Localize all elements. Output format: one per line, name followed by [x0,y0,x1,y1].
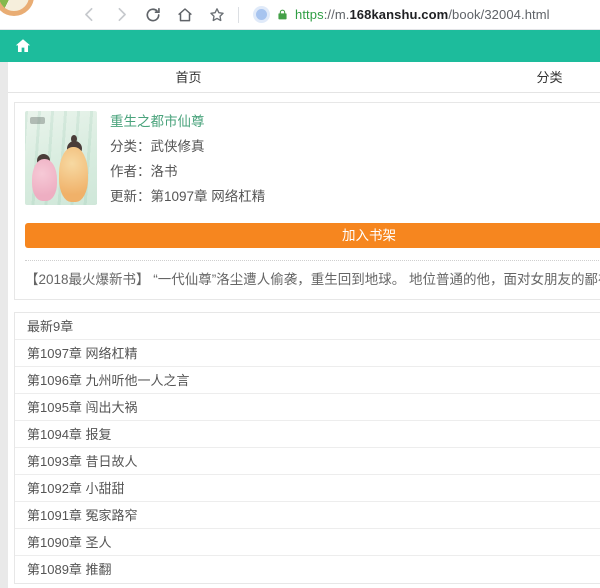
site-header [0,30,600,62]
toolbar-separator [238,7,239,23]
address-bar-url[interactable]: https://m.168kanshu.com/book/32004.html [295,7,550,22]
page-info-dot-icon[interactable] [256,9,267,20]
webpage: 首页 分类 重生之都市仙尊 分类：武侠修真 作者：洛书 [0,30,600,588]
url-subdomain: ://m. [324,7,350,22]
secure-lock-icon[interactable] [276,8,289,21]
book-info-card: 重生之都市仙尊 分类：武侠修真 作者：洛书 更新：第1097章 网络杠精 加入书… [14,102,600,300]
latest-chapter-link[interactable]: 第1097章 网络杠精 [151,189,266,204]
author-value: 洛书 [151,164,178,179]
content-wrapper: 首页 分类 重生之都市仙尊 分类：武侠修真 作者：洛书 [8,62,600,588]
bookmark-button[interactable] [208,6,226,24]
chapter-row[interactable]: 第1091章 冤家路窄 [15,502,600,529]
chapter-list-card: 最新9章 第1097章 网络杠精第1096章 九州听他一人之言第1095章 闯出… [14,312,600,584]
chapter-row[interactable]: 第1090章 圣人 [15,529,600,556]
refresh-icon [144,6,162,24]
category-label: 分类： [110,139,151,154]
refresh-button[interactable] [144,6,162,24]
chapter-list: 第1097章 网络杠精第1096章 九州听他一人之言第1095章 闯出大祸第10… [15,340,600,583]
browser-toolbar: https://m.168kanshu.com/book/32004.html [0,0,600,30]
add-to-shelf-button[interactable]: 加入书架 [25,223,600,248]
chapter-row[interactable]: 第1089章 推翻 [15,556,600,583]
chapter-list-header: 最新9章 [15,313,600,340]
cover-figure-left [32,159,57,201]
chapter-row[interactable]: 第1097章 网络杠精 [15,340,600,367]
cover-watermark [30,117,45,124]
cover-figure-right [59,147,88,202]
forward-button[interactable] [112,6,130,24]
chapter-row[interactable]: 第1094章 报复 [15,421,600,448]
author-label: 作者： [110,164,151,179]
star-icon [208,6,226,24]
site-nav: 首页 分类 [8,62,600,93]
book-description: 【2018最火爆新书】 “一代仙尊”洛尘遭人偷袭，重生回到地球。 地位普通的他，… [25,261,600,288]
lock-icon [276,8,289,21]
chapter-row[interactable]: 第1096章 九州听他一人之言 [15,367,600,394]
forward-arrow-icon [113,6,130,23]
chapter-row[interactable]: 第1092章 小甜甜 [15,475,600,502]
home-icon [176,6,194,24]
back-button[interactable] [80,6,98,24]
book-update-line: 更新：第1097章 网络杠精 [110,189,265,204]
browser-avatar[interactable] [0,0,34,16]
url-domain: 168kanshu.com [349,7,448,22]
url-path: /book/32004.html [448,7,549,22]
book-category-line: 分类：武侠修真 [110,139,265,154]
site-home-icon[interactable] [13,37,33,55]
book-title[interactable]: 重生之都市仙尊 [110,114,265,129]
book-cover-image[interactable] [25,111,97,205]
chapter-row[interactable]: 第1093章 昔日故人 [15,448,600,475]
chapter-row[interactable]: 第1095章 闯出大祸 [15,394,600,421]
url-scheme: https [295,7,324,22]
nav-item-home[interactable]: 首页 [175,62,201,93]
nav-item-category[interactable]: 分类 [536,62,562,93]
home-button[interactable] [176,6,194,24]
book-author-line: 作者：洛书 [110,164,265,179]
category-value: 武侠修真 [151,139,205,154]
update-label: 更新： [110,189,151,204]
back-arrow-icon [81,6,98,23]
